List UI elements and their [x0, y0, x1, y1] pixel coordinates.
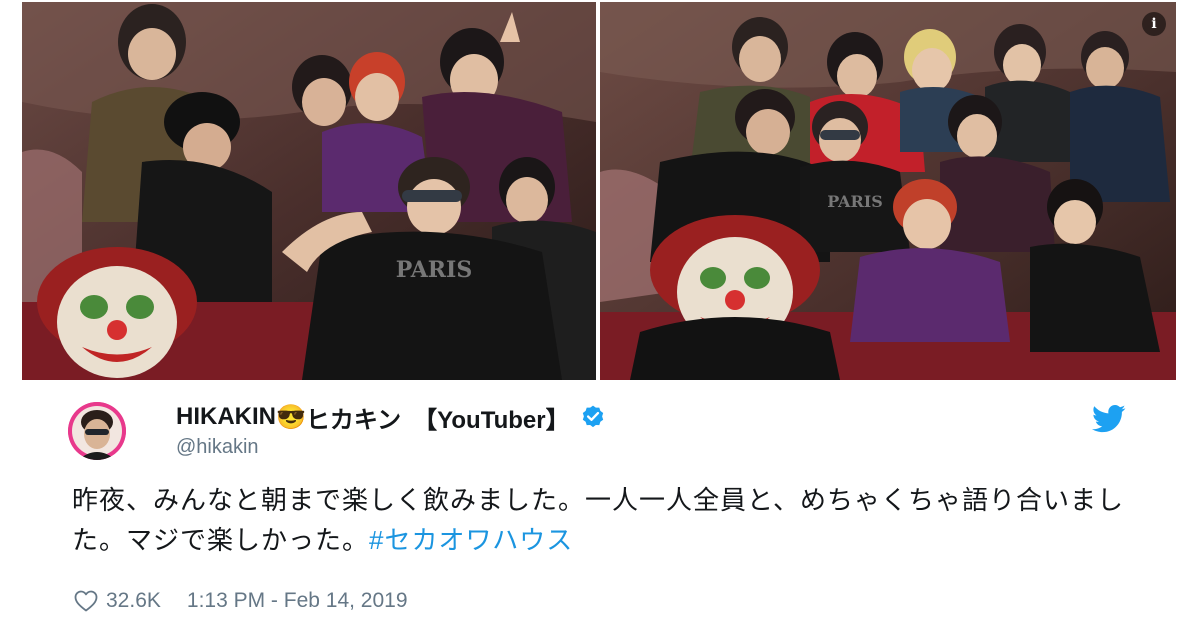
tweet-timestamp[interactable]: 1:13 PM - Feb 14, 2019 — [187, 589, 408, 613]
hashtag-link[interactable]: #セカオワハウス — [369, 525, 573, 555]
svg-text:PARIS: PARIS — [396, 257, 472, 283]
info-button[interactable]: i — [1142, 12, 1166, 36]
heart-outline-icon[interactable] — [74, 590, 98, 612]
group-photo-right-image: PARIS — [600, 2, 1176, 380]
author-handle[interactable]: @hikakin — [176, 436, 259, 459]
sunglasses-emoji-icon: 😎 — [276, 403, 306, 431]
tweet-body: 昨夜、みんなと朝まで楽しく飲みました。一人一人全員と、めちゃくちゃ語り合いました… — [72, 485, 1124, 555]
tweet-photo-left[interactable]: PARIS — [22, 2, 596, 380]
info-icon: i — [1151, 16, 1157, 32]
avatar-image — [68, 402, 126, 460]
tweet-text: 昨夜、みんなと朝まで楽しく飲みました。一人一人全員と、めちゃくちゃ語り合いました… — [72, 480, 1152, 560]
tweet-photo-right[interactable]: PARIS i — [600, 2, 1176, 380]
tweet-meta-row: 32.6K 1:13 PM - Feb 14, 2019 — [74, 588, 408, 614]
author-name-pre: HIKAKIN — [176, 403, 276, 430]
avatar[interactable] — [68, 402, 126, 460]
like-count[interactable]: 32.6K — [106, 589, 161, 613]
twitter-bird-icon[interactable] — [1092, 404, 1126, 434]
tweet-card: PARIS PARIS i HIKAKIN 😎 ヒカキン 【YouTuber】 … — [0, 0, 1200, 630]
group-photo-left-image: PARIS — [22, 2, 596, 380]
svg-text:PARIS: PARIS — [827, 192, 883, 211]
verified-badge-icon — [582, 405, 603, 428]
author-name-post: ヒカキン 【YouTuber】 — [305, 406, 570, 434]
author-display-name[interactable]: HIKAKIN 😎 ヒカキン 【YouTuber】 — [176, 400, 570, 435]
author-name-row[interactable]: HIKAKIN 😎 ヒカキン 【YouTuber】 — [176, 400, 606, 434]
